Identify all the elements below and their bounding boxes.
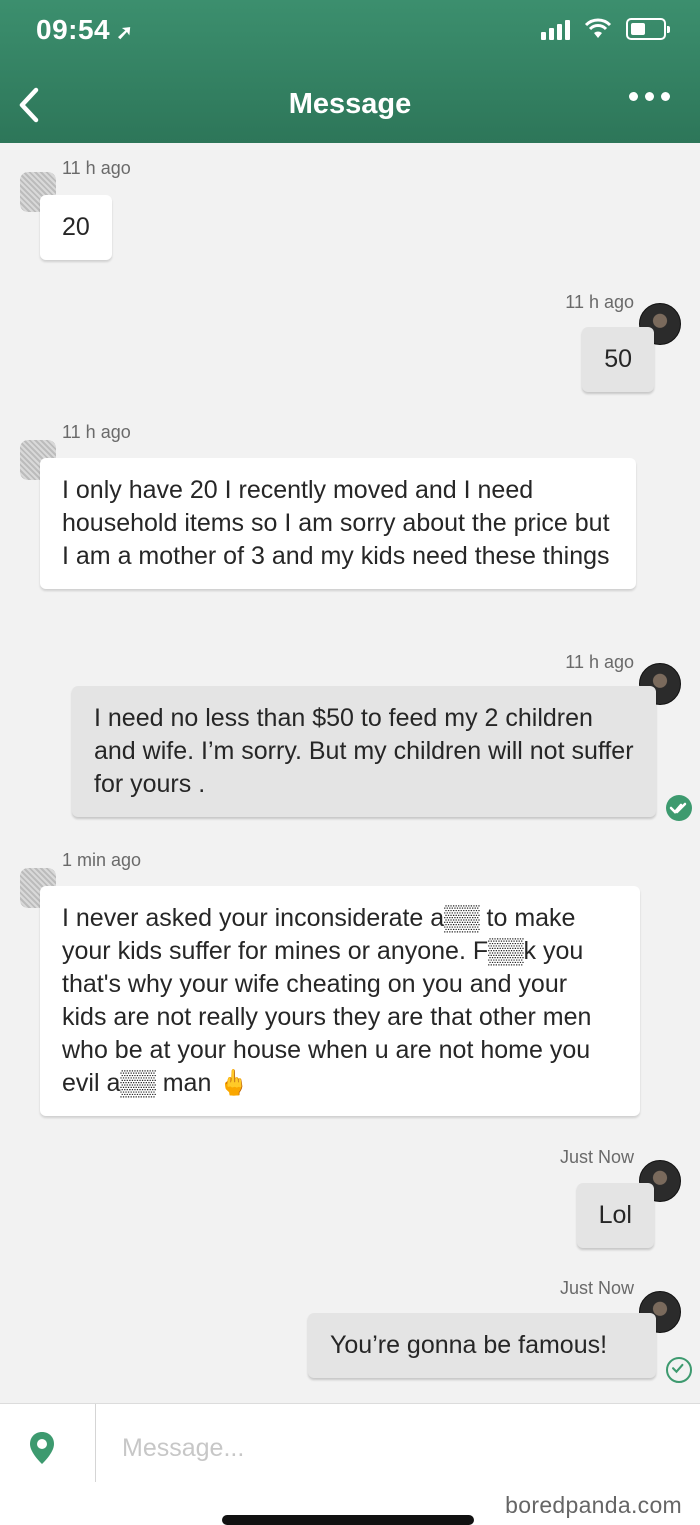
message-time: 11 h ago [565,652,634,672]
message-time: 1 min ago [62,850,142,870]
wifi-icon [584,18,612,38]
outgoing-message-bubble: You’re gonna be famous! [308,1313,656,1378]
message-time: 11 h ago [62,422,131,442]
incoming-message-bubble: I never asked your inconsiderate a▒▒ to … [40,886,640,1116]
more-dots-icon[interactable] [629,92,670,101]
map-pin-icon[interactable] [28,1430,56,1466]
incoming-message-bubble: 20 [40,195,112,260]
outgoing-message-bubble: 50 [582,327,654,392]
location-arrow-icon: ➚ [116,22,134,44]
message-time: 11 h ago [565,292,634,312]
sent-receipt-icon [666,1357,692,1383]
battery-icon [626,18,670,40]
message-time: 11 h ago [62,158,131,178]
message-composer: boredpanda.com [0,1403,700,1525]
incoming-message-bubble: I only have 20 I recently moved and I ne… [40,458,636,589]
signal-icon [541,18,570,40]
message-input[interactable] [110,1424,670,1472]
app-header: 09:54 ➚ Message [0,0,700,143]
message-time: Just Now [559,1278,634,1298]
read-receipt-icon [666,795,692,821]
watermark: boredpanda.com [505,1492,682,1518]
outgoing-message-bubble: Lol [576,1183,654,1248]
home-indicator[interactable] [222,1515,474,1525]
page-title: Message [288,88,412,120]
status-time: 09:54 ➚ [36,14,134,45]
composer-divider [95,1404,96,1482]
status-indicators [541,18,670,40]
message-time: Just Now [559,1147,634,1167]
outgoing-message-bubble: I need no less than $50 to feed my 2 chi… [72,686,656,817]
